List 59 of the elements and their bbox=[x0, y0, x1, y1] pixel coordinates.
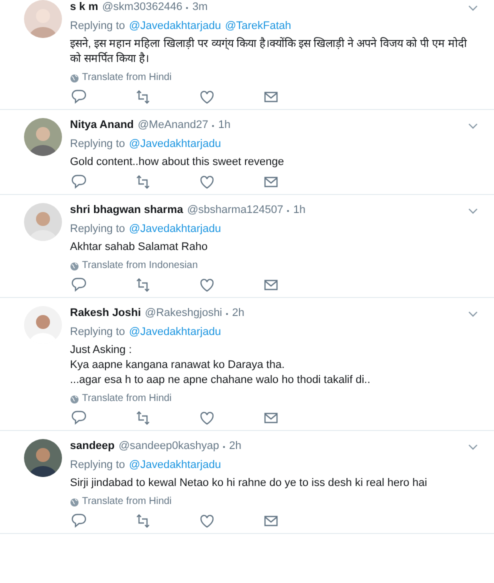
mention-link[interactable]: @Javedakhtarjadu bbox=[129, 17, 221, 36]
tweet-text: Sirji jindabad to kewal Netao ko hi rahne do ye to iss desh ki real hero hai bbox=[70, 476, 428, 491]
tweet-text: Gold content..how about this sweet revenge bbox=[70, 155, 286, 170]
user-handle[interactable]: @Rakeshgjoshi bbox=[144, 304, 222, 323]
tweet-time[interactable]: 2h bbox=[229, 437, 242, 456]
chevron-icon[interactable] bbox=[468, 122, 478, 128]
globe-icon bbox=[70, 394, 79, 404]
heart-icon[interactable] bbox=[198, 409, 216, 427]
tweet-time[interactable]: 1h bbox=[293, 201, 306, 220]
heart-icon[interactable] bbox=[198, 88, 216, 106]
chevron-icon[interactable] bbox=[468, 208, 478, 214]
user-handle[interactable]: @skm30362446 bbox=[102, 0, 182, 17]
reply-icon[interactable] bbox=[70, 173, 88, 191]
reply-icon[interactable] bbox=[70, 276, 88, 294]
translate-link[interactable]: Translate from Hindi bbox=[82, 495, 172, 509]
replying-label: Replying to bbox=[70, 222, 126, 237]
reply-icon[interactable] bbox=[70, 409, 88, 427]
user-name[interactable]: Rakesh Joshi bbox=[70, 304, 141, 323]
tweet-time[interactable]: 3m bbox=[192, 0, 208, 17]
translate-link[interactable]: Translate from Hindi bbox=[82, 71, 172, 85]
reply-icon[interactable] bbox=[70, 88, 88, 106]
retweet-icon[interactable] bbox=[134, 173, 152, 191]
translate-link[interactable]: Translate from Hindi bbox=[82, 392, 172, 406]
globe-icon bbox=[70, 498, 79, 506]
user-name[interactable]: sandeep bbox=[70, 437, 115, 456]
mention-link[interactable]: @Javedakhtarjadu bbox=[129, 456, 221, 475]
retweet-icon[interactable] bbox=[134, 88, 152, 106]
user-handle[interactable]: @sbsharma124507 bbox=[187, 201, 284, 220]
tweet-time[interactable]: 1h bbox=[218, 116, 231, 135]
mention-link[interactable]: @Javedakhtarjadu bbox=[129, 220, 221, 239]
chevron-icon[interactable] bbox=[468, 310, 478, 316]
globe-icon bbox=[70, 74, 79, 82]
user-name[interactable]: shri bhagwan sharma bbox=[70, 201, 184, 220]
user-handle[interactable]: @sandeep0kashyap bbox=[118, 437, 220, 456]
retweet-icon[interactable] bbox=[134, 512, 152, 530]
reply-icon[interactable] bbox=[70, 512, 88, 530]
mention-link[interactable]: @Javedakhtarjadu bbox=[129, 323, 221, 342]
heart-icon[interactable] bbox=[198, 276, 216, 294]
translate-link[interactable]: Translate from Indonesian bbox=[82, 259, 198, 273]
tweet-text: Akhtar sahab Salamat Raho bbox=[70, 240, 209, 255]
tweet-time[interactable]: 2h bbox=[232, 304, 244, 323]
globe-icon bbox=[70, 262, 79, 270]
chevron-icon[interactable] bbox=[468, 4, 478, 10]
retweet-icon[interactable] bbox=[134, 409, 152, 427]
tweet-text: इसने, इस महान महिला खिलाड़ी पर व्यग्ंय किया है।क्योंकि इस खिलाड़ी ने अपने विजय को पी एम मोदी को समर्पित किया है। bbox=[70, 37, 468, 67]
tweet-text: Just Asking : Kya aapne kangana ranawat ko Daraya tha. ...agar esa h to aap ne apne chahane walo ho thodi takalif di.. bbox=[70, 343, 372, 388]
mention-link[interactable]: @Javedakhtarjadu bbox=[129, 135, 221, 154]
heart-icon[interactable] bbox=[198, 512, 216, 530]
user-handle[interactable]: @MeAnand27 bbox=[138, 116, 208, 135]
user-name[interactable]: s k m bbox=[70, 0, 98, 17]
replying-label: Replying to bbox=[70, 137, 126, 152]
retweet-icon[interactable] bbox=[134, 276, 152, 294]
heart-icon[interactable] bbox=[198, 173, 216, 191]
replying-label: Replying to bbox=[70, 458, 126, 473]
user-name[interactable]: Nitya Anand bbox=[70, 116, 134, 135]
replying-label: Replying to bbox=[70, 19, 126, 34]
mention-link[interactable]: @TarekFatah bbox=[224, 17, 292, 36]
chevron-icon[interactable] bbox=[468, 444, 478, 450]
replying-label: Replying to bbox=[70, 325, 126, 340]
